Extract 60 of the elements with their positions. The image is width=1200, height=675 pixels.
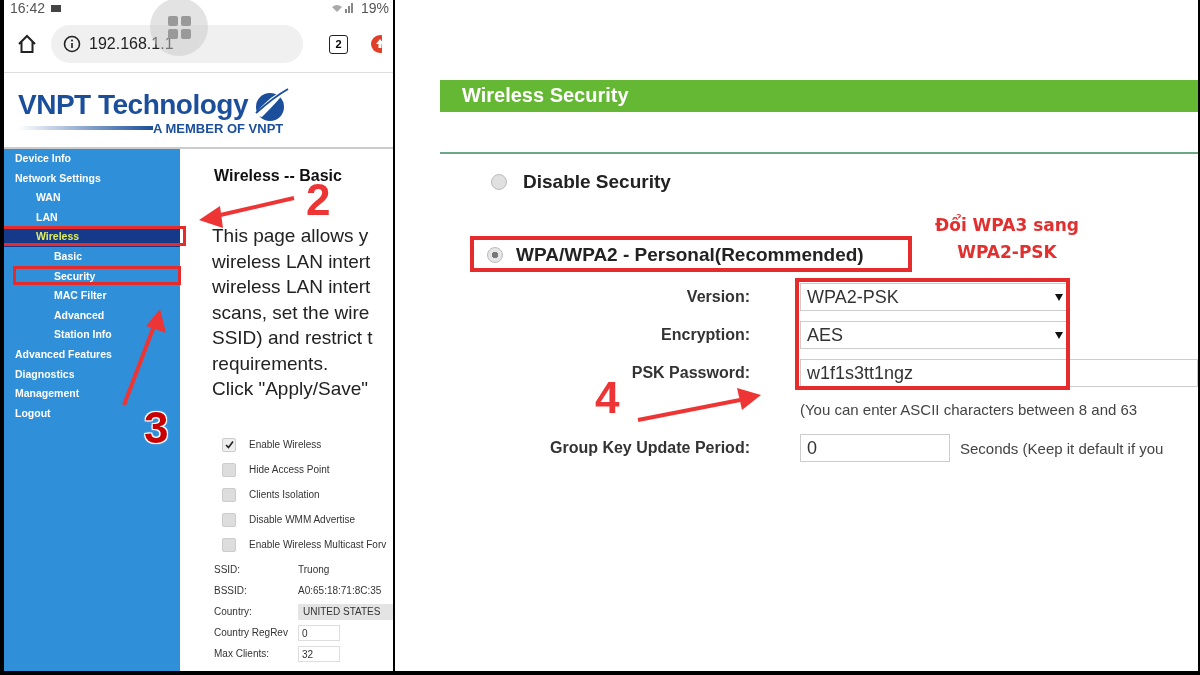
field-label: Version:	[685, 288, 751, 306]
field-value: Truong	[298, 562, 331, 577]
field-label: Encryption:	[660, 326, 751, 344]
logo-title: VNPT Technology	[18, 88, 248, 121]
sidebar-item[interactable]: Diagnostics	[4, 364, 180, 385]
sidebar-item[interactable]: Basic	[4, 246, 180, 267]
field-label: PSK Password:	[630, 364, 751, 382]
sidebar-item[interactable]: Advanced	[4, 305, 180, 326]
radio-button[interactable]	[491, 174, 507, 190]
field-label: SSID:	[214, 562, 242, 577]
field-label: Country RegRev	[214, 625, 289, 640]
sidebar-item[interactable]: MAC Filter	[4, 286, 180, 306]
field-value: A0:65:18:71:8C:35	[298, 583, 383, 598]
url-text: 192.168.1.1	[89, 35, 174, 53]
status-time: 16:42	[10, 0, 46, 16]
checkbox[interactable]	[222, 512, 236, 527]
checkbox-label: Enable Wireless Multicast Forv	[249, 539, 387, 550]
option-label: WPA/WPA2 - Personal(Recommended)	[516, 244, 864, 266]
input-field[interactable]: 0	[298, 624, 340, 641]
checkbox[interactable]	[222, 487, 236, 502]
sidebar-item[interactable]: LAN	[4, 207, 180, 228]
update-icon[interactable]	[370, 34, 382, 54]
checkbox[interactable]	[222, 462, 236, 477]
input-field[interactable]: 0	[800, 434, 950, 462]
checkbox-label: Enable Wireless	[249, 439, 322, 450]
sidebar-item[interactable]: WAN	[4, 188, 180, 208]
checkbox[interactable]	[222, 537, 236, 552]
step-number: 4	[595, 376, 620, 420]
unit-text: Seconds (Keep it default if you	[960, 439, 1165, 457]
info-icon	[63, 35, 81, 53]
step-number: 3	[144, 406, 169, 450]
field-label: BSSID:	[214, 583, 248, 598]
sidebar-item[interactable]: Device Info	[4, 149, 180, 169]
sidebar-item[interactable]: Network Settings	[4, 168, 180, 189]
country-select[interactable]: UNITED STATES	[298, 603, 393, 620]
signal-icon	[330, 3, 355, 13]
option-label: Disable Security	[523, 171, 671, 193]
field-label: Group Key Update Period:	[548, 439, 751, 457]
battery-level: 19%	[360, 0, 389, 16]
checkbox-label: Hide Access Point	[249, 464, 330, 475]
home-icon[interactable]	[17, 34, 37, 54]
address-bar[interactable]: 192.168.1.1	[51, 25, 303, 63]
camera-icon	[51, 4, 62, 12]
sidebar-item[interactable]: Advanced Features	[4, 344, 180, 365]
page-description: This page allows y wireless LAN intert wireless LAN intert scans, set the wire SSID) and restrict t requirements. Click "Apply/Save"	[212, 224, 374, 401]
annotation-note: Đổi WPA3 sang WPA2-PSK	[933, 213, 1081, 264]
sidebar-item[interactable]: Management	[4, 384, 180, 404]
field-label: Country:	[214, 604, 253, 619]
sidebar-item[interactable]: Station Info	[4, 325, 180, 345]
checkbox-label: Clients Isolation	[249, 489, 320, 500]
section-header: Wireless Security	[440, 80, 1198, 112]
checkbox-label: Disable WMM Advertise	[249, 514, 356, 525]
field-label: Max Clients:	[214, 646, 270, 661]
logo-tagline: A MEMBER OF VNPT	[153, 120, 284, 136]
tab-count-button[interactable]: 2	[329, 34, 348, 54]
input-field[interactable]: 32	[298, 645, 340, 662]
radio-button[interactable]	[487, 247, 503, 263]
hint-text: (You can enter ASCII characters between 8 and 63	[800, 401, 1139, 418]
checkbox[interactable]	[222, 437, 236, 452]
sidebar-item[interactable]: Security	[4, 266, 180, 287]
